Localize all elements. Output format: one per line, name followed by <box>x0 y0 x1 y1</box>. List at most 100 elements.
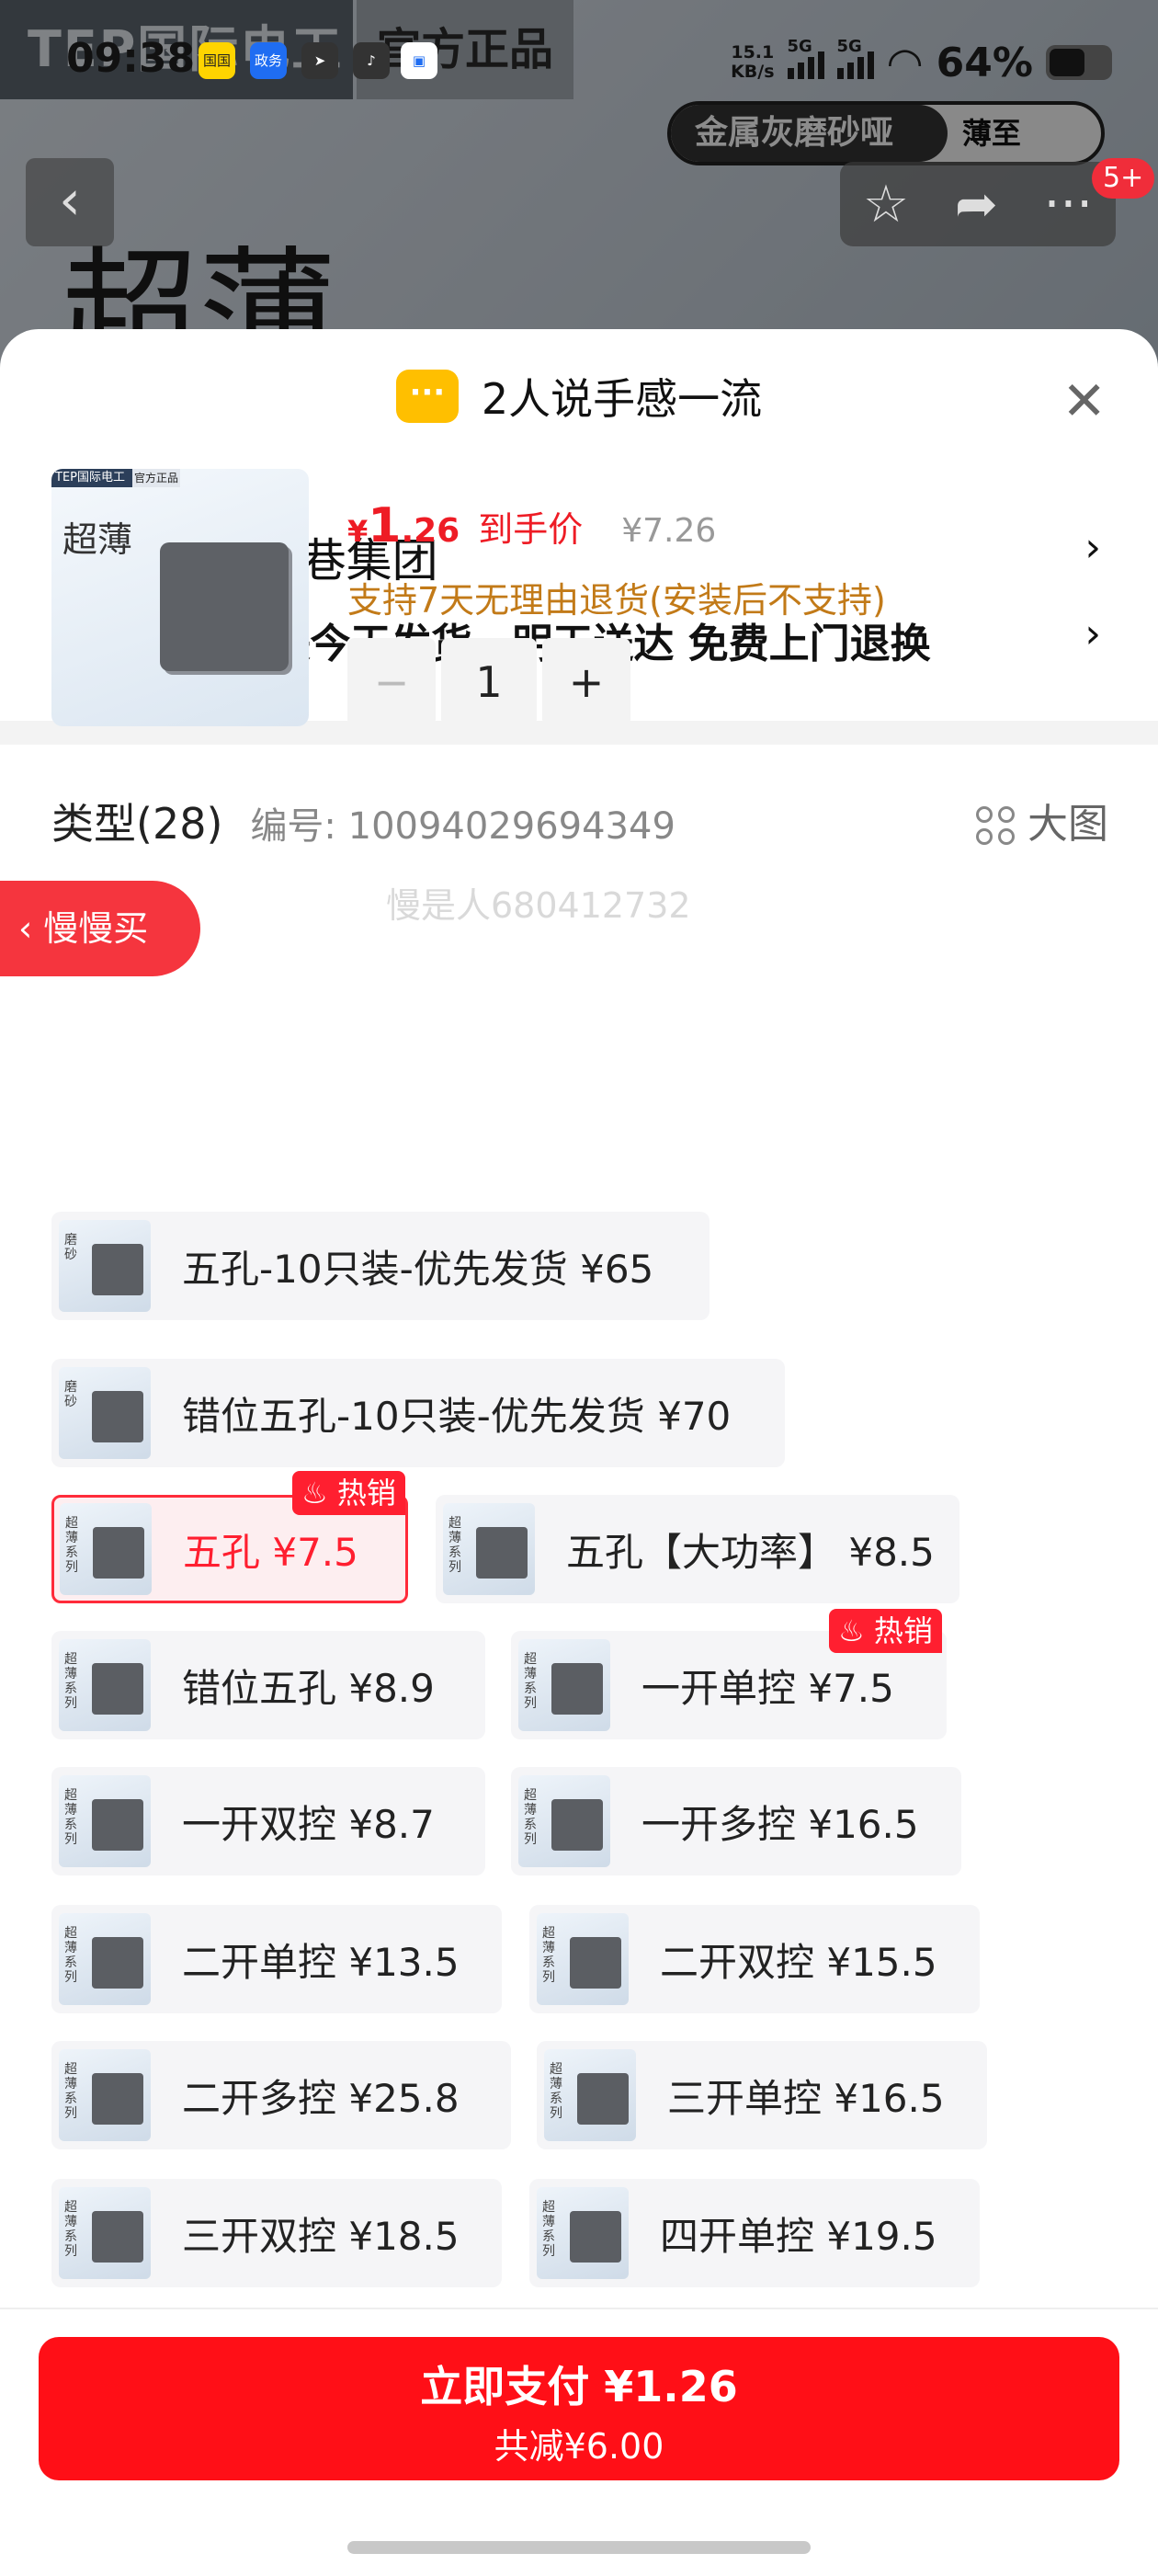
variant-label: 三开单控 ¥16.5 <box>667 2075 945 2121</box>
variant-option[interactable]: 超薄系列 一开多控 ¥16.5 <box>511 1767 961 1875</box>
variant-option[interactable]: 超薄系列 错位五孔 ¥8.9 <box>51 1631 485 1739</box>
variant-label: 一开双控 ¥8.7 <box>182 1801 435 1847</box>
big-view-toggle[interactable]: 大图 <box>976 791 1108 849</box>
price-decimal: .26 <box>401 512 460 550</box>
status-bar: 09:38 国国 政务 ➤ ♪ ▣ 15.1 KB/s 5G 5G ◠ 64% <box>0 28 1158 101</box>
variant-thumbnail: 超薄系列 <box>60 1503 152 1595</box>
variant-thumbnail: 超薄系列 <box>518 1775 610 1867</box>
quantity-stepper: − 1 + <box>347 638 630 726</box>
variant-thumbnail: 超薄系列 <box>59 2049 151 2141</box>
return-policy-note: 支持7天无理由退货(安装后不支持) <box>347 580 886 621</box>
variant-option[interactable]: 磨砂 错位五孔-10只装-优先发货 ¥70 <box>51 1359 785 1467</box>
price-currency: ¥ <box>347 514 369 549</box>
hot-sale-badge: ♨ 热销 <box>292 1471 405 1515</box>
thumb-title: 超薄 <box>62 519 133 560</box>
favorite-star-icon[interactable]: ☆ <box>863 175 909 234</box>
variant-thumb-text: 超薄系列 <box>524 1652 537 1711</box>
variant-thumb-text: 超薄系列 <box>64 1788 77 1847</box>
chat-bubble-icon: ··· <box>395 370 459 423</box>
variant-thumbnail: 超薄系列 <box>443 1503 535 1595</box>
variant-label: 五孔 ¥7.5 <box>183 1529 358 1575</box>
variant-thumb-text: 超薄系列 <box>524 1788 537 1847</box>
variant-option[interactable]: 超薄系列 三开双控 ¥18.5 <box>51 2179 502 2287</box>
variant-thumbnail: 磨砂 <box>59 1220 151 1312</box>
variant-thumb-text: 超薄系列 <box>65 1516 78 1575</box>
variant-label: 错位五孔-10只装-优先发货 ¥70 <box>182 1393 732 1439</box>
variant-thumbnail: 超薄系列 <box>59 1775 151 1867</box>
type-title: 类型(28) <box>51 799 223 849</box>
action-bar: ☆ ➦ ··· <box>840 162 1116 246</box>
variant-thumb-text: 超薄系列 <box>64 2062 77 2121</box>
hot-sale-label: 热销 <box>336 1476 396 1510</box>
notification-icon-1: 国国 <box>199 42 235 79</box>
net-type-1: 5G <box>787 37 812 56</box>
net-speed-value: 15.1 <box>731 42 775 63</box>
socket-plate-image <box>160 542 289 671</box>
variant-label: 错位五孔 ¥8.9 <box>182 1665 435 1711</box>
chevron-left-icon: ‹ <box>18 908 44 949</box>
variant-thumbnail: 超薄系列 <box>518 1639 610 1731</box>
variant-label: 二开多控 ¥25.8 <box>182 2075 460 2121</box>
variant-option[interactable]: 超薄系列 三开单控 ¥16.5 <box>537 2041 987 2149</box>
original-price: ¥7.26 <box>621 512 717 550</box>
close-icon[interactable]: ✕ <box>1062 370 1107 432</box>
variant-option[interactable]: 超薄系列 五孔【大功率】 ¥8.5 <box>436 1495 959 1603</box>
status-right: 15.1 KB/s 5G 5G ◠ 64% <box>731 37 1112 88</box>
variant-thumbnail: 超薄系列 <box>59 1913 151 2005</box>
variant-label: 三开双控 ¥18.5 <box>182 2213 460 2259</box>
thumb-authentic: 官方正品 <box>132 469 180 487</box>
price-integer: 1 <box>368 498 402 553</box>
variant-label: 五孔【大功率】 ¥8.5 <box>566 1529 935 1575</box>
variant-thumbnail: 超薄系列 <box>59 2187 151 2279</box>
product-thumbnail[interactable]: TEP国际电工 官方正品 超薄 <box>51 469 309 726</box>
notification-icon-2: 政务 <box>250 42 287 79</box>
variant-thumbnail: 超薄系列 <box>544 2049 636 2141</box>
back-button[interactable]: ‹ <box>26 158 114 246</box>
discount-total: 共减¥6.00 <box>494 2426 664 2467</box>
signal-2-icon: 5G <box>836 37 874 79</box>
pay-now-button[interactable]: 立即支付 ¥1.26 共减¥6.00 <box>39 2337 1119 2480</box>
variant-thumbnail: 超薄系列 <box>59 1639 151 1731</box>
price-label: 到手价 <box>478 509 584 550</box>
variant-thumbnail: 磨砂 <box>59 1367 151 1459</box>
battery-icon <box>1046 45 1112 80</box>
tiktok-icon: ♪ <box>353 42 390 79</box>
variant-option[interactable]: 超薄系列 一开双控 ¥8.7 <box>51 1767 485 1875</box>
variant-option[interactable]: 超薄系列 二开单控 ¥13.5 <box>51 1905 502 2013</box>
more-badge: 5+ <box>1092 158 1155 199</box>
variant-option[interactable]: 超薄系列 四开单控 ¥19.5 <box>529 2179 980 2287</box>
home-indicator[interactable] <box>347 2541 811 2554</box>
share-icon[interactable]: ➦ <box>955 175 998 234</box>
pay-now-label: 立即支付 ¥1.26 <box>420 2362 738 2411</box>
quantity-value[interactable]: 1 <box>441 638 537 726</box>
flame-icon: ♨ <box>301 1476 337 1510</box>
watermark: 慢是人680412732 <box>386 885 691 926</box>
thumb-brand: TEP国际电工 <box>51 469 132 487</box>
variant-thumb-text: 超薄系列 <box>542 1926 555 1985</box>
wifi-icon: ◠ <box>886 38 924 87</box>
variant-option[interactable]: 磨砂 五孔-10只装-优先发货 ¥65 <box>51 1212 710 1320</box>
chevron-right-icon: › <box>1084 524 1101 571</box>
flame-icon: ♨ <box>838 1613 874 1648</box>
net-type-2: 5G <box>836 37 862 56</box>
slow-buy-button[interactable]: ‹ 慢慢买 <box>0 881 200 976</box>
variant-option[interactable]: 超薄系列 二开双控 ¥15.5 <box>529 1905 980 2013</box>
variant-label: 二开单控 ¥13.5 <box>182 1939 460 1985</box>
feedback-text: 2人说手感一流 <box>481 374 763 424</box>
price-line: ¥1.26 到手价 ¥7.26 <box>347 498 716 553</box>
chat-app-icon: ▣ <box>401 42 437 79</box>
variant-thumb-text: 超薄系列 <box>64 1652 77 1711</box>
clock: 09:38 <box>66 35 196 82</box>
hot-sale-label: 热销 <box>873 1613 933 1648</box>
type-header: 类型(28) 编号: 10094029694349 大图 <box>51 791 1108 851</box>
quantity-minus-button[interactable]: − <box>347 638 436 726</box>
battery-percent: 64% <box>936 39 1033 86</box>
quantity-plus-button[interactable]: + <box>542 638 630 726</box>
product-code: 编号: 10094029694349 <box>250 805 676 848</box>
send-icon: ➤ <box>301 42 338 79</box>
pay-bar: 立即支付 ¥1.26 共减¥6.00 <box>0 2308 1158 2576</box>
variant-label: 四开单控 ¥19.5 <box>660 2213 937 2259</box>
variant-thumb-text: 超薄系列 <box>64 1926 77 1985</box>
more-icon[interactable]: ··· <box>1044 175 1093 234</box>
variant-option[interactable]: 超薄系列 二开多控 ¥25.8 <box>51 2041 511 2149</box>
